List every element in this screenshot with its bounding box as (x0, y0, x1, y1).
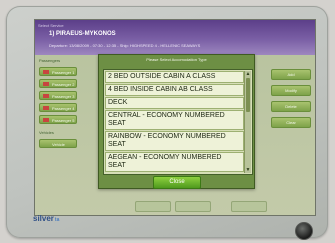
app-small-title: Select Service (38, 23, 64, 28)
bottom-button-1[interactable] (135, 201, 171, 212)
passenger-button-5[interactable]: Passenger 5 (39, 115, 77, 124)
passenger-button-3[interactable]: Passenger 3 (39, 91, 77, 100)
route-title: 1) PIRAEUS-MYKONOS (49, 31, 116, 37)
flag-icon (43, 70, 49, 74)
list-item-aegean-economy[interactable]: AEGEAN - ECONOMY NUMBERED SEAT (105, 152, 244, 172)
list-item-4-bed-inside[interactable]: 4 BED INSIDE CABIN AB CLASS (105, 84, 244, 96)
app-header: Select Service 1) PIRAEUS-MYKONOS Depart… (35, 20, 315, 55)
brand-logo-sub: ta (54, 217, 60, 223)
route-info: Departure: 13/08/2009 - 07:30 - 12:35 - … (49, 43, 201, 48)
passenger-button-label: Passenger 4 (52, 106, 75, 111)
clear-button[interactable]: Clear (271, 117, 311, 128)
scroll-thumb[interactable] (246, 78, 250, 112)
kiosk-bezel: Select Service 1) PIRAEUS-MYKONOS Depart… (6, 6, 328, 240)
flag-icon (43, 94, 49, 98)
bottom-button-2[interactable] (175, 201, 211, 212)
brand-logo: silverta (33, 214, 59, 223)
list-scrollbar[interactable]: ▲ ▼ (244, 71, 251, 173)
close-button[interactable]: Close (153, 176, 201, 189)
delete-button[interactable]: Delete (271, 101, 311, 112)
accommodation-dialog: Please Select Accomodation Type 2 BED OU… (98, 54, 255, 189)
volume-knob-icon[interactable] (295, 222, 313, 240)
list-item-central-economy[interactable]: CENTRAL - ECONOMY NUMBERED SEAT (105, 110, 244, 130)
passenger-button-label: Passenger 3 (52, 94, 75, 99)
flag-icon (43, 106, 49, 110)
flag-icon (43, 82, 49, 86)
vehicle-button-label: Vehicle (52, 142, 65, 147)
dialog-title: Please Select Accomodation Type (146, 57, 207, 62)
add-button[interactable]: Add (271, 69, 311, 80)
passengers-label: Passengers (39, 58, 61, 63)
flag-icon (43, 118, 49, 122)
vehicle-button[interactable]: Vehicle (39, 139, 77, 148)
kiosk-screen: Select Service 1) PIRAEUS-MYKONOS Depart… (34, 19, 316, 216)
bottom-button-3[interactable] (231, 201, 267, 212)
accommodation-list[interactable]: 2 BED OUTSIDE CABIN A CLASS 4 BED INSIDE… (103, 69, 253, 175)
modify-button[interactable]: Modify (271, 85, 311, 96)
passenger-button-1[interactable]: Passenger 1 (39, 67, 77, 76)
passenger-button-2[interactable]: Passenger 2 (39, 79, 77, 88)
scroll-down-icon[interactable]: ▼ (245, 167, 251, 173)
list-item-deck[interactable]: DECK (105, 97, 244, 109)
brand-logo-text: silver (33, 214, 54, 223)
passenger-button-label: Passenger 2 (52, 82, 75, 87)
passenger-button-label: Passenger 1 (52, 70, 75, 75)
scroll-up-icon[interactable]: ▲ (245, 71, 251, 77)
list-item-2-bed-outside[interactable]: 2 BED OUTSIDE CABIN A CLASS (105, 71, 244, 83)
passenger-button-4[interactable]: Passenger 4 (39, 103, 77, 112)
vehicles-label: Vehicles (39, 130, 54, 135)
passenger-button-label: Passenger 5 (52, 118, 75, 123)
list-item-rainbow-economy[interactable]: RAINBOW - ECONOMY NUMBERED SEAT (105, 131, 244, 151)
